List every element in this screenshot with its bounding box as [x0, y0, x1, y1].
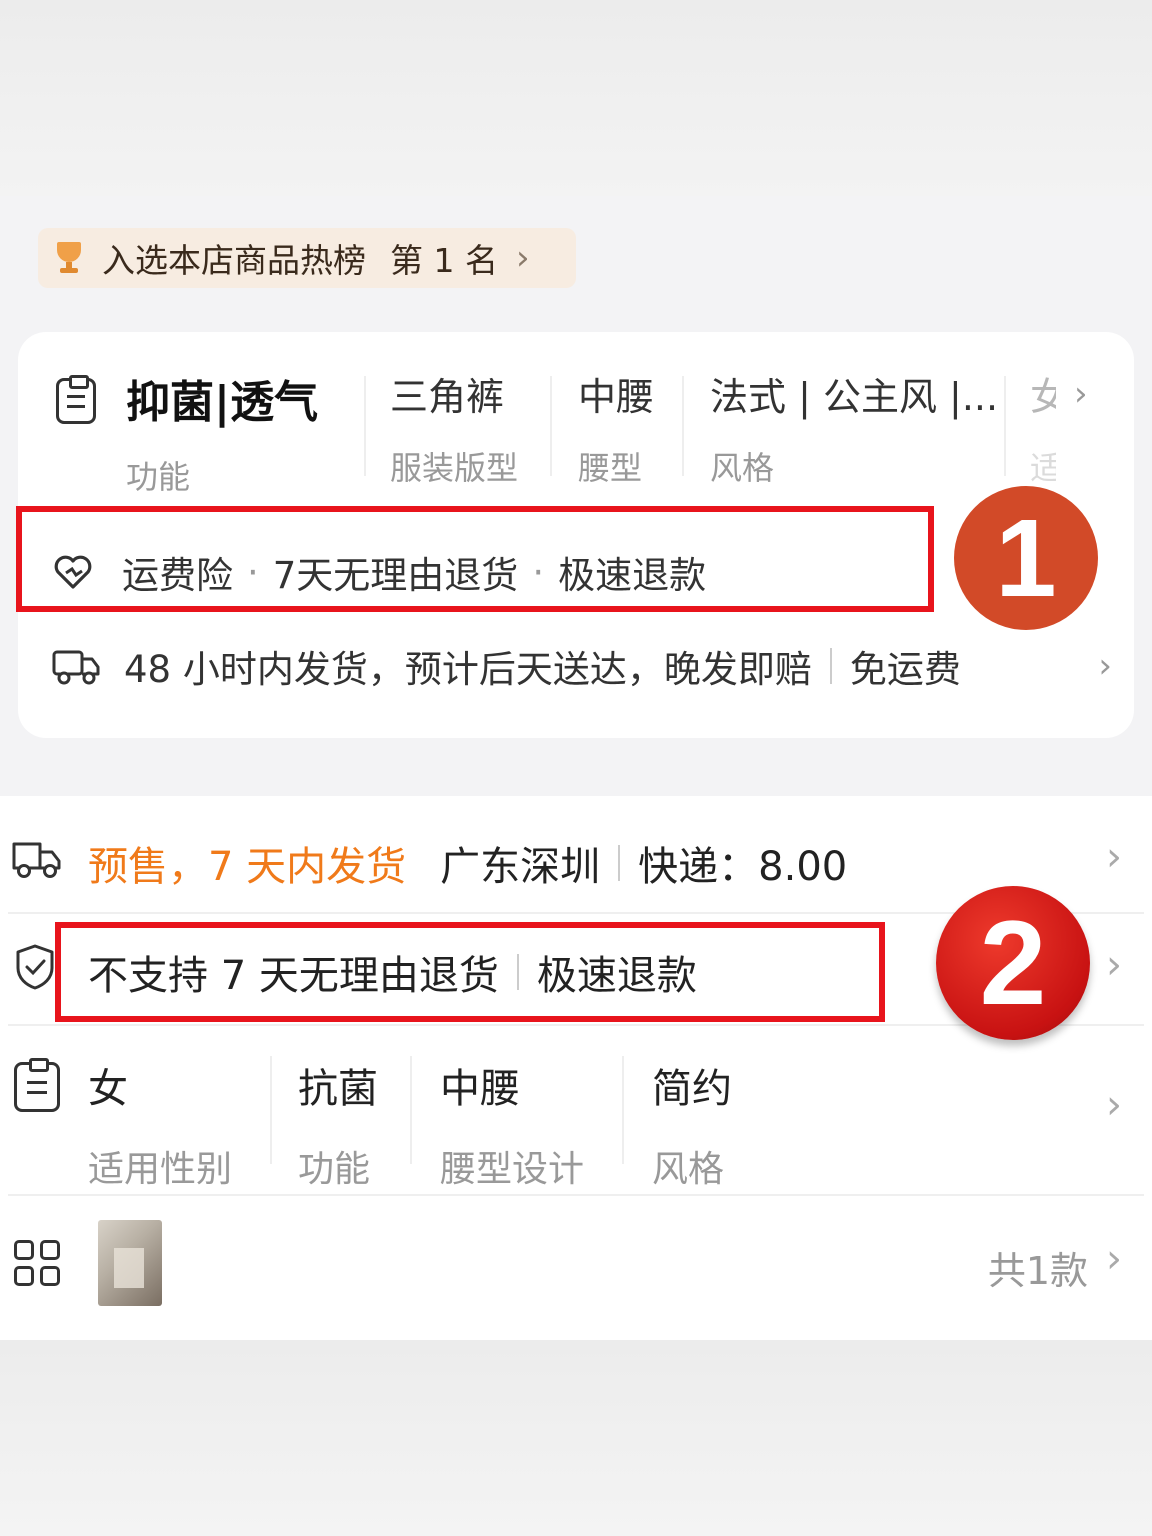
attribute-value: 抗菌 [298, 1066, 378, 1112]
screenshot-1: 入选本店商品热榜 第 1 名 › 抑菌|透气 功能 三角裤 服装版型 中腰 腰型… [0, 196, 1152, 796]
presale-text: 预售，7 天内发货 [88, 844, 407, 890]
attribute-label: 风格 [652, 1149, 725, 1190]
bottom-blur-area [0, 1340, 1152, 1536]
chevron-right-icon: › [1106, 834, 1122, 880]
rank-badge[interactable]: 入选本店商品热榜 第 1 名 › [38, 228, 576, 288]
divider [550, 376, 552, 476]
free-shipping-text: 免运费 [849, 648, 961, 691]
attribute-label: 功能 [298, 1149, 371, 1190]
rank-text: 入选本店商品热榜 [102, 241, 366, 280]
screenshot-2: 预售，7 天内发货 广东深圳 快递：8.00 › 不支持 7 天无理由退货 极速… [0, 796, 1152, 1340]
clipboard-icon [14, 1058, 60, 1112]
attribute-label: 风格 [710, 449, 775, 487]
attribute-value: 简约 [652, 1066, 732, 1112]
attribute-gender-partial: 女 适 [1030, 366, 1056, 489]
shipping-fee: 快递：8.00 [638, 844, 848, 890]
attribute-function: 抑菌|透气 功能 [126, 366, 318, 498]
divider [1004, 376, 1006, 476]
divider [682, 376, 684, 476]
attribute-value: 女 [88, 1066, 128, 1112]
clipboard-icon [56, 375, 96, 424]
trophy-icon [52, 240, 86, 276]
attribute-waist: 中腰 腰型 [578, 366, 654, 489]
rank-number: 第 1 名 [390, 241, 498, 280]
ship-from-location: 广东深圳 [440, 844, 601, 890]
attribute-gender: 女 适用性别 [88, 1056, 232, 1192]
divider [364, 376, 366, 476]
attribute-row-2[interactable]: 女 适用性别 抗菌 功能 中腰 腰型设计 简约 风格 › [0, 1026, 1152, 1194]
attribute-value: 抑菌|透气 [126, 377, 319, 428]
attribute-label: 适 [1030, 449, 1056, 487]
highlight-box-2 [55, 922, 885, 1022]
attribute-label: 腰型 [578, 449, 643, 487]
highlight-box-1 [16, 506, 934, 612]
attribute-fit: 三角裤 服装版型 [390, 366, 518, 489]
shipping-text: 48 小时内发货，预计后天送达，晚发即赔 [124, 648, 812, 691]
divider [410, 1056, 412, 1164]
attribute-function: 抗菌 功能 [298, 1056, 378, 1192]
attribute-label: 功能 [126, 458, 191, 496]
divider [270, 1056, 272, 1164]
top-blur-area [0, 0, 1152, 196]
chevron-right-icon: › [1074, 374, 1088, 414]
attribute-label: 适用性别 [88, 1149, 233, 1190]
truck-icon [10, 836, 62, 890]
attribute-waist: 中腰 腰型设计 [440, 1056, 584, 1192]
attribute-value: 法式 | 公主风 |... [710, 375, 999, 419]
chevron-right-icon: › [1106, 1082, 1122, 1128]
attribute-label: 腰型设计 [440, 1149, 585, 1190]
chevron-right-icon: › [1106, 1236, 1122, 1282]
divider [829, 648, 832, 684]
attribute-value: 三角裤 [390, 375, 505, 419]
attribute-value: 女 [1030, 375, 1056, 419]
divider [622, 1056, 624, 1164]
chevron-right-icon: › [1106, 942, 1122, 988]
attribute-label: 服装版型 [390, 449, 519, 487]
attribute-value: 中腰 [578, 375, 655, 419]
chevron-right-icon: › [515, 238, 530, 278]
chevron-right-icon: › [1098, 646, 1112, 686]
variant-count: 共1款 [987, 1249, 1088, 1293]
grid-icon [14, 1240, 62, 1288]
variants-row[interactable]: 共1款 › [0, 1196, 1152, 1340]
attribute-value: 中腰 [440, 1066, 520, 1112]
annotation-number-1: 1 [954, 486, 1098, 630]
annotation-number-2: 2 [936, 886, 1090, 1040]
shipping-row[interactable]: 48 小时内发货，预计后天送达，晚发即赔 免运费 › [52, 636, 1112, 696]
divider [618, 845, 621, 881]
shield-check-icon [12, 942, 58, 1002]
attribute-row[interactable]: 抑菌|透气 功能 三角裤 服装版型 中腰 腰型 法式 | 公主风 |... 风格… [18, 366, 1134, 496]
truck-icon [52, 646, 100, 686]
variant-thumbnail[interactable] [98, 1220, 162, 1306]
attribute-style: 法式 | 公主风 |... 风格 [710, 366, 998, 489]
attribute-style: 简约 风格 [652, 1056, 732, 1192]
